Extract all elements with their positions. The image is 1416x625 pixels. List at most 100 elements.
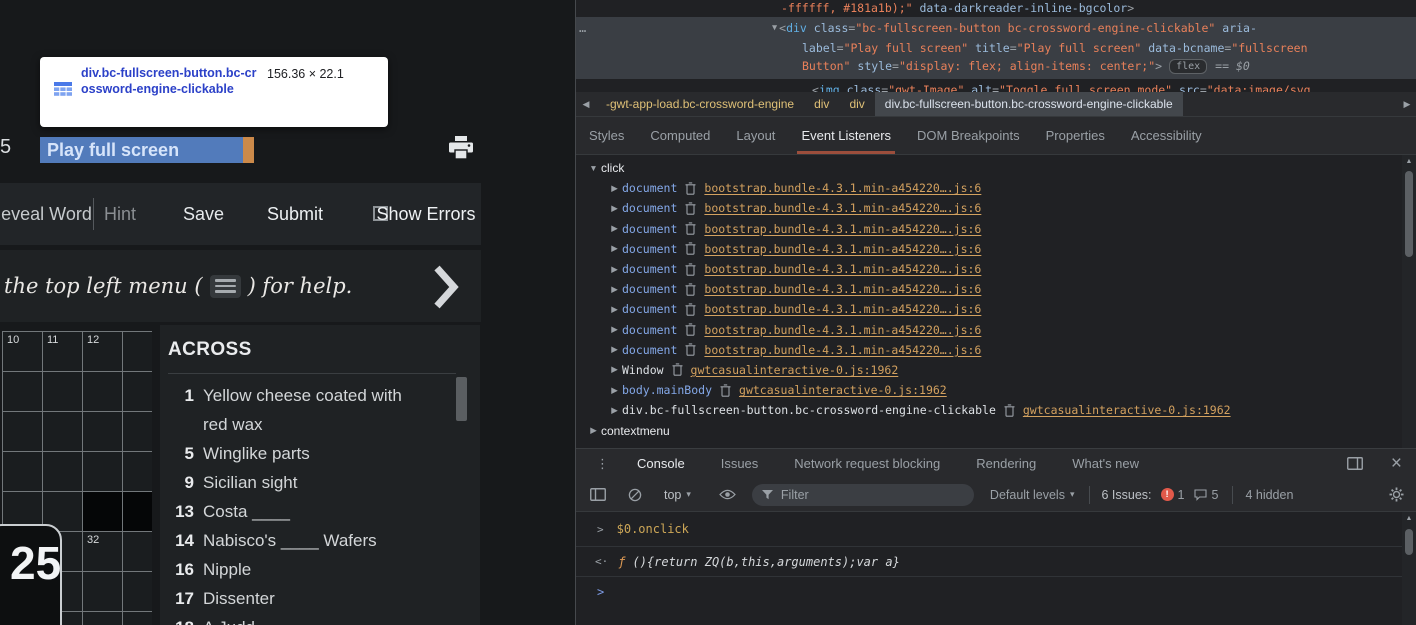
grid-cell[interactable] <box>82 371 123 412</box>
grid-cell[interactable]: 11 <box>42 331 83 372</box>
collapse-arrow-icon[interactable]: ▶ <box>609 385 620 396</box>
console-prompt[interactable]: > <box>576 577 1416 607</box>
console-sidebar-icon[interactable] <box>590 488 606 501</box>
drawer-tab-rendering[interactable]: Rendering <box>976 456 1036 471</box>
grid-cell[interactable] <box>122 531 152 572</box>
drawer-tab-console[interactable]: Console <box>637 456 685 471</box>
execution-context-selector[interactable]: top ▾ <box>664 488 691 502</box>
hidden-messages-label[interactable]: 4 hidden <box>1245 488 1293 502</box>
grid-cell[interactable]: 32 <box>82 531 123 572</box>
listener-group[interactable]: ▶ contextmenu <box>576 420 1416 440</box>
listener-row[interactable]: ▶ div.bc-fullscreen-button.bc-crossword-e… <box>576 400 1416 420</box>
code-line[interactable]: -ffffff, #181a1b);" data-darkreader-inli… <box>781 1 1134 15</box>
scroll-up-icon[interactable]: ▲ <box>1402 512 1416 525</box>
toggle-drawer-icon[interactable] <box>1346 457 1363 470</box>
grid-cell[interactable] <box>82 571 123 612</box>
breadcrumb-item[interactable]: div <box>839 97 874 111</box>
drawer-tab-issues[interactable]: Issues <box>721 456 759 471</box>
remove-listener-icon[interactable] <box>685 283 696 296</box>
listener-source-link[interactable]: gwtcasualinteractive-0.js:1962 <box>1023 403 1231 417</box>
listener-row[interactable]: ▶ document bootstrap.bundle-4.3.1.min-a454… <box>576 198 1416 218</box>
grid-cell[interactable] <box>122 331 152 372</box>
collapse-arrow-icon[interactable]: ▶ <box>609 405 620 416</box>
collapse-arrow-icon[interactable]: ▶ <box>609 364 620 375</box>
listener-row[interactable]: ▶ document bootstrap.bundle-4.3.1.min-a454… <box>576 259 1416 279</box>
listener-source-link[interactable]: gwtcasualinteractive-0.js:1962 <box>739 383 947 397</box>
hint-button[interactable]: Hint <box>104 183 136 245</box>
console-scrollbar[interactable]: ▲ <box>1402 512 1416 625</box>
console-filter[interactable] <box>751 483 974 506</box>
collapse-arrow-icon[interactable]: ▶ <box>609 304 620 315</box>
listener-source-link[interactable]: bootstrap.bundle-4.3.1.min-a454220….js:6 <box>704 282 981 296</box>
scroll-up-icon[interactable]: ▲ <box>1402 155 1416 168</box>
listener-source-link[interactable]: bootstrap.bundle-4.3.1.min-a454220….js:6 <box>704 323 981 337</box>
drawer-tab-whats-new[interactable]: What's new <box>1072 456 1139 471</box>
listener-row[interactable]: ▶ document bootstrap.bundle-4.3.1.min-a454… <box>576 340 1416 360</box>
listener-source-link[interactable]: bootstrap.bundle-4.3.1.min-a454220….js:6 <box>704 343 981 357</box>
tab-event-listeners[interactable]: Event Listeners <box>788 117 904 154</box>
collapse-arrow-icon[interactable]: ▶ <box>609 203 620 214</box>
clue-item[interactable]: 1 Yellow cheese coated with red wax <box>168 381 480 439</box>
tab-styles[interactable]: Styles <box>576 117 637 154</box>
next-clue-chevron-icon[interactable] <box>433 264 459 310</box>
grid-cell[interactable] <box>82 611 123 625</box>
clue-item[interactable]: 13 Costa ____ <box>168 497 480 526</box>
remove-listener-icon[interactable] <box>672 363 683 377</box>
tab-computed[interactable]: Computed <box>637 117 723 154</box>
reveal-word-button[interactable]: Reveal Word <box>0 183 92 245</box>
listener-row[interactable]: ▶ document bootstrap.bundle-4.3.1.min-a454… <box>576 219 1416 239</box>
remove-listener-icon[interactable] <box>685 262 696 276</box>
remove-listener-icon[interactable] <box>1004 404 1015 417</box>
listener-row[interactable]: ▶ document bootstrap.bundle-4.3.1.min-a454… <box>576 178 1416 198</box>
grid-cell[interactable] <box>122 451 152 492</box>
clue-item[interactable]: 14 Nabisco's ____ Wafers <box>168 526 480 555</box>
listener-group[interactable]: ▼ click <box>576 158 1416 178</box>
collapse-arrow-icon[interactable]: ▶ <box>609 264 620 275</box>
grid-cell[interactable]: 12 <box>82 331 123 372</box>
breadcrumb-scroll-right-icon[interactable]: ▶ <box>1400 99 1414 110</box>
listener-source-link[interactable]: bootstrap.bundle-4.3.1.min-a454220….js:6 <box>704 201 981 215</box>
listener-row[interactable]: ▶ body.mainBody gwtcasualinteractive-0.js:… <box>576 380 1416 400</box>
clue-item[interactable]: 9 Sicilian sight <box>168 468 480 497</box>
more-tools-kebab-icon[interactable]: ⋮ <box>596 456 609 472</box>
tab-accessibility[interactable]: Accessibility <box>1118 117 1215 154</box>
submit-button[interactable]: Submit <box>267 183 323 245</box>
grid-cell[interactable] <box>82 451 123 492</box>
grid-cell[interactable] <box>42 371 83 412</box>
play-full-screen-button[interactable]: Play full screen <box>40 137 254 163</box>
collapse-arrow-icon[interactable]: ▶ <box>609 324 620 335</box>
listener-source-link[interactable]: bootstrap.bundle-4.3.1.min-a454220….js:6 <box>704 262 981 276</box>
grid-cell[interactable] <box>122 571 152 612</box>
console-settings-gear-icon[interactable] <box>1389 487 1404 502</box>
listener-source-link[interactable]: bootstrap.bundle-4.3.1.min-a454220….js:6 <box>704 181 981 195</box>
listener-row[interactable]: ▶ document bootstrap.bundle-4.3.1.min-a454… <box>576 279 1416 299</box>
breadcrumb-item[interactable]: div <box>804 97 839 111</box>
clear-console-icon[interactable] <box>628 488 642 502</box>
code-line[interactable]: <img class="gwt-Image" alt="Toggle full … <box>812 83 1311 92</box>
drawer-tab-network-request-blocking[interactable]: Network request blocking <box>794 456 940 471</box>
save-button[interactable]: Save <box>183 183 224 245</box>
remove-listener-icon[interactable] <box>685 182 696 195</box>
listener-source-link[interactable]: bootstrap.bundle-4.3.1.min-a454220….js:6 <box>704 222 981 236</box>
grid-cell[interactable] <box>42 451 83 492</box>
remove-listener-icon[interactable] <box>720 384 731 397</box>
scrollbar-thumb[interactable] <box>1405 529 1413 555</box>
close-drawer-icon[interactable]: × <box>1391 454 1402 473</box>
remove-listener-icon[interactable] <box>685 242 696 256</box>
expand-arrow-icon[interactable]: ▼ <box>772 21 777 35</box>
collapse-arrow-icon[interactable]: ▶ <box>609 284 620 295</box>
collapse-arrow-icon[interactable]: ▶ <box>609 183 620 194</box>
code-line-selected[interactable]: label="Play full screen" title="Play ful… <box>802 41 1308 55</box>
live-expression-eye-icon[interactable] <box>719 489 736 500</box>
scrollbar-thumb[interactable] <box>1405 171 1413 257</box>
log-levels-dropdown[interactable]: Default levels ▾ <box>990 488 1075 502</box>
collapse-arrow-icon[interactable]: ▶ <box>609 223 620 234</box>
clue-item[interactable]: 16 Nipple <box>168 555 480 584</box>
code-line-selected[interactable]: Button" style="display: flex; align-item… <box>802 59 1250 75</box>
breadcrumb-item-selected[interactable]: div.bc-fullscreen-button.bc-crossword-en… <box>874 92 1183 116</box>
issues-label[interactable]: 6 Issues: <box>1102 488 1152 502</box>
grid-cell[interactable] <box>2 371 43 412</box>
collapse-arrow-icon[interactable]: ▶ <box>609 243 620 254</box>
remove-listener-icon[interactable] <box>685 222 696 235</box>
grid-cell[interactable] <box>82 411 123 452</box>
